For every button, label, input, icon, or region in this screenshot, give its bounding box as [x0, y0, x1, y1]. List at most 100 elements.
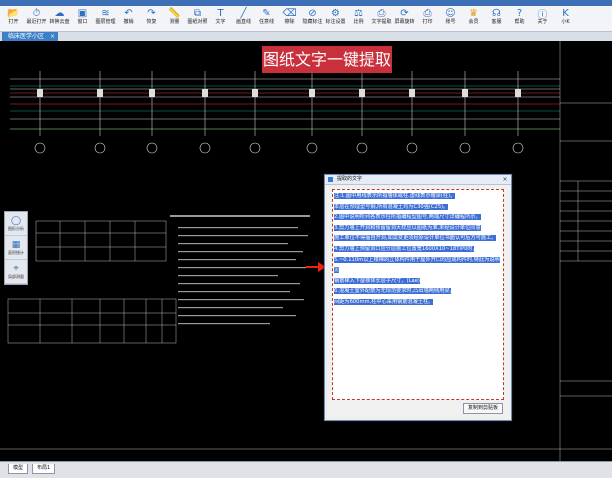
- toolbar-button-label: 最近打开: [26, 19, 47, 25]
- extracted-text-area[interactable]: 注:1.图中用线表示所指墙体或柱,虚线表示暗梁(柱)。本层在预埋型号钢,所有混凝…: [332, 189, 504, 400]
- toolbar-button-label: 文字: [215, 19, 226, 25]
- rotate-icon: ⟳: [400, 7, 409, 19]
- layout-tab-0[interactable]: 模型: [8, 464, 29, 474]
- toolbar-button-label: 任意线: [258, 19, 274, 25]
- toolbar-button-9[interactable]: T 文字: [209, 6, 232, 32]
- toolbar-button-label: 帮助: [514, 19, 525, 25]
- toolbar-button-23[interactable]: ⓘ 关于: [531, 6, 554, 32]
- toolbar-button-20[interactable]: ♛ 会员: [462, 6, 485, 32]
- toolbar-button-21[interactable]: ☊ 客服: [485, 6, 508, 32]
- compare-icon: ⧉: [193, 7, 202, 19]
- extracted-text-line-content: 6.混凝土室外配筋为无规范要求时,凸出墙两侧用梁,: [334, 288, 452, 295]
- toolbar-button-2[interactable]: ☁ 转换云盘: [48, 6, 71, 32]
- toolbar-button-label: 比例: [353, 19, 364, 25]
- toolbar-button-label: 标注设置: [325, 19, 346, 25]
- toolbar-button-6[interactable]: ↷ 恢复: [140, 6, 163, 32]
- toolbar-button-label: 测量: [169, 19, 180, 25]
- close-tab-icon[interactable]: ×: [50, 32, 55, 41]
- document-tab[interactable]: 临床医学小区 ×: [2, 32, 59, 41]
- toolbar-button-24[interactable]: K 小K: [554, 6, 577, 32]
- user-icon: ☺: [445, 7, 456, 19]
- extracted-text-line-content: 间距为600mm,柱中心采用钢筋混凝土柱。: [334, 298, 434, 305]
- circle-icon: ◯: [10, 215, 22, 226]
- toolbar-button-1[interactable]: ⏱ 最近打开: [25, 6, 48, 32]
- extracted-text-line: 6.混凝土室外配筋为无规范要求时,凸出墙两侧用梁,: [334, 285, 503, 296]
- toolbar-button-0[interactable]: 📂 打开: [2, 6, 25, 32]
- toolbar-button-4[interactable]: ≋ 图层管理: [94, 6, 117, 32]
- extracted-text-line: 2.图中说明所列各表示柱所指编程型图号,两端尺寸详编程所示。: [334, 211, 503, 222]
- main-toolbar: 📂 打开 ⏱ 最近打开 ☁ 转换云盘 ▣ 窗口 ≋ 图层管理 ↶ 撤销 ↷ 恢复 📏 测量 ⧉ 图纸对照 T 文字 ╱ 画…: [0, 6, 612, 32]
- toolbar-button-18[interactable]: ⎙ 打印: [416, 6, 439, 32]
- extracted-text-line: 钢筋梯入下屋楼体长层子尺寸。(Lae): [334, 275, 503, 286]
- toolbar-button-label: 恢复: [146, 19, 157, 25]
- settings-icon: ⚙: [331, 7, 340, 19]
- toolbar-button-8[interactable]: ⧉ 图纸对照: [186, 6, 209, 32]
- toolbar-button-label: 屏幕旋转: [394, 19, 415, 25]
- red-arrow-icon: [306, 262, 326, 272]
- side-panel-label: 面积统计: [8, 249, 24, 255]
- side-panel-item-1[interactable]: ▦ 面积统计: [5, 236, 27, 260]
- extracted-text-line-content: 5.~0.110m以上楼梯的立体构件用于屋外开口均应成构件时,特此为说明见: [334, 256, 500, 274]
- toolbar-button-label: 图纸对照: [187, 19, 208, 25]
- toolbar-button-13[interactable]: ⊘ 隐藏标注: [301, 6, 324, 32]
- toolbar-button-16[interactable]: ⎙ 文字提取: [370, 6, 393, 32]
- k-icon: K: [562, 7, 569, 19]
- copy-to-clipboard-button[interactable]: 复制到剪贴板: [463, 403, 503, 414]
- extracted-text-line-content: 4.剪力墙上预留洞口应分层施工位置宽1600X10~18TIP0时,: [334, 245, 475, 252]
- extract-icon: ⎙: [377, 7, 386, 19]
- toolbar-button-19[interactable]: ☺ 账号: [439, 6, 462, 32]
- toolbar-button-7[interactable]: 📏 测量: [163, 6, 186, 32]
- crown-icon: ♛: [469, 7, 478, 19]
- toolbar-button-label: 打开: [8, 19, 19, 25]
- folder-open-icon: 📂: [7, 7, 20, 19]
- extracted-text-line: 5.~0.110m以上楼梯的立体构件用于屋外开口均应成构件时,特此为说明见: [334, 254, 503, 275]
- toolbar-button-3[interactable]: ▣ 窗口: [71, 6, 94, 32]
- feature-banner: 图纸文字一键提取: [262, 46, 392, 73]
- toolbar-button-14[interactable]: ⚙ 标注设置: [324, 6, 347, 32]
- info-icon: ⓘ: [537, 9, 548, 21]
- dialog-title: 提取的文字: [337, 176, 363, 182]
- toolbar-button-22[interactable]: ? 帮助: [508, 6, 531, 32]
- extracted-text-line-content: 2.图中说明所列各表示柱所指编程型图号,两端尺寸详编程所示。: [334, 214, 481, 221]
- redo-icon: ↷: [147, 7, 156, 19]
- toolbar-button-label: 账号: [445, 19, 456, 25]
- app-icon: [328, 177, 333, 182]
- layout-tab-1[interactable]: 布局1: [32, 464, 56, 474]
- toolbar-button-label: 文字提取: [371, 19, 392, 25]
- extracted-text-line-content: 3.剪力墙上开洞和预留留洞大样应以图纸为准,未经设计单位同意: [334, 224, 481, 231]
- toolbar-button-17[interactable]: ⟳ 屏幕旋转: [393, 6, 416, 32]
- toolbar-button-label: 擦除: [284, 19, 295, 25]
- toolbar-button-label: 打印: [422, 19, 433, 25]
- side-panel-item-0[interactable]: ◯ 图形分析: [5, 212, 27, 236]
- extracted-text-line: 本层在预埋型号钢,所有混凝土均为C30强(C25)。: [334, 201, 503, 212]
- toolbar-button-11[interactable]: ✎ 任意线: [255, 6, 278, 32]
- toolbar-button-5[interactable]: ↶ 撤销: [117, 6, 140, 32]
- toolbar-button-label: 小K: [561, 19, 570, 25]
- layout-tab-bar: 模型 布局1: [0, 461, 612, 478]
- extracted-text-line-content: 施工单位不得擅自开洞,如需变更须经原设计单位书面认可后方可施工。: [334, 235, 497, 242]
- dialog-title-bar[interactable]: 提取的文字 ×: [325, 175, 511, 185]
- side-panel-item-2[interactable]: ⌖ 局部测量: [5, 260, 27, 284]
- layers-icon: ≋: [101, 7, 110, 19]
- dialog-close-button[interactable]: ×: [501, 176, 509, 183]
- extracted-text-line: 3.剪力墙上开洞和预留留洞大样应以图纸为准,未经设计单位同意: [334, 222, 503, 233]
- extracted-text-line: 注:1.图中用线表示所指墙体或柱,虚线表示暗梁(柱)。: [334, 190, 503, 201]
- drawing-canvas[interactable]: 图纸文字一键提取 ◯ 图形分析 ▦ 面积统计 ⌖ 局部测量 提取的文字 × 注:1.图中用…: [0, 41, 612, 461]
- toolbar-button-label: 图层管理: [95, 19, 116, 25]
- toolbar-button-15[interactable]: ⚖ 比例: [347, 6, 370, 32]
- ruler-icon: 📏: [168, 7, 181, 19]
- side-panel-label: 局部测量: [8, 273, 24, 279]
- document-tab-label: 临床医学小区: [8, 33, 45, 40]
- toolbar-button-10[interactable]: ╱ 画直线: [232, 6, 255, 32]
- extracted-text-line-content: 本层在预埋型号钢,所有混凝土均为C30强(C25)。: [334, 203, 449, 210]
- cloud-icon: ☁: [54, 7, 65, 19]
- toolbar-button-label: 隐藏标注: [302, 19, 323, 25]
- cad-drawing: [0, 41, 612, 461]
- toolbar-button-12[interactable]: ⌫ 擦除: [278, 6, 301, 32]
- scale-icon: ⚖: [354, 7, 363, 19]
- side-panel-label: 图形分析: [8, 225, 24, 231]
- extracted-text-line: 间距为600mm,柱中心采用钢筋混凝土柱。: [334, 296, 503, 307]
- side-tool-panel: ◯ 图形分析 ▦ 面积统计 ⌖ 局部测量: [4, 211, 28, 285]
- extracted-text-line: 施工单位不得擅自开洞,如需变更须经原设计单位书面认可后方可施工。: [334, 232, 503, 243]
- toolbar-button-label: 窗口: [77, 19, 88, 25]
